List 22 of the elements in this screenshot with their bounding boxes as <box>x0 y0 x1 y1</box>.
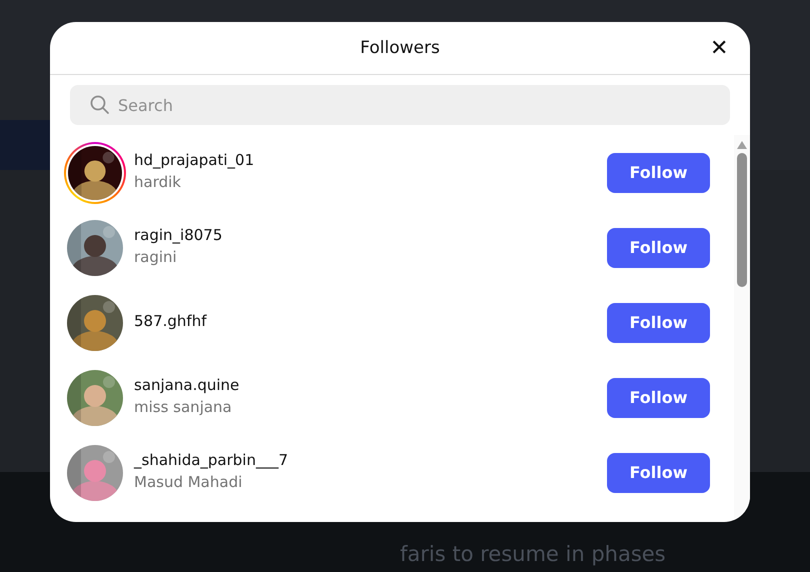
article-headline: faris to resume in phases <box>400 542 666 566</box>
follow-button[interactable]: Follow <box>607 152 710 192</box>
username[interactable]: sanjana.quine <box>134 376 593 394</box>
close-button[interactable]: ✕ <box>710 36 728 60</box>
follow-button[interactable]: Follow <box>607 452 710 492</box>
search-field[interactable]: Search <box>70 85 730 125</box>
follow-button[interactable]: Follow <box>607 378 710 418</box>
full-name: hardik <box>134 172 182 190</box>
follow-button[interactable]: Follow <box>607 302 710 342</box>
scrollbar-thumb[interactable] <box>737 153 747 287</box>
full-name: ragini <box>134 248 178 266</box>
follow-button[interactable]: Follow <box>607 228 710 268</box>
full-name: Masud Mahadi <box>134 472 244 490</box>
scroll-up-icon[interactable] <box>737 141 747 149</box>
username[interactable]: _shahida_parbin___7 <box>134 450 593 468</box>
dialog-title: Followers <box>360 38 440 58</box>
username[interactable]: 587.ghfhf <box>134 312 593 330</box>
full-name: miss sanjana <box>134 398 233 416</box>
username[interactable]: ragin_i8075 <box>134 226 593 244</box>
search-icon <box>90 95 110 115</box>
username[interactable]: hd_prajapati_01 <box>134 150 593 168</box>
banner <box>0 120 50 170</box>
